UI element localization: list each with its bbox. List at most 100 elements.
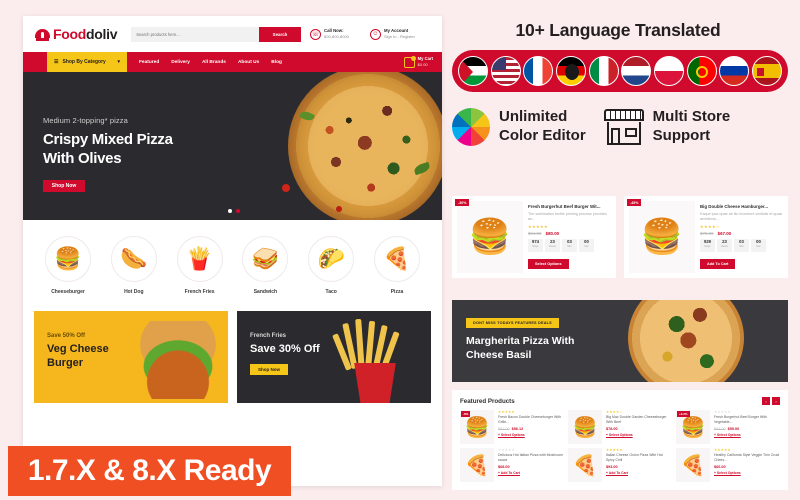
hero-slider-dots[interactable] (228, 209, 240, 213)
new-price: $59.00 (727, 426, 740, 431)
nav-item-delivery[interactable]: Delivery (171, 60, 190, 65)
category-item-taco[interactable]: 🌮 Taco (304, 236, 358, 295)
product-card[interactable]: +9.2% 🍔 ★★★★★ Fresh Burgerhut Beef Burge… (676, 410, 780, 444)
feature-line1: Multi Store (652, 108, 731, 126)
nav-item-all-brands[interactable]: All Brands (202, 60, 226, 65)
category-item-hot-dog[interactable]: 🌭 Hot Dog (107, 236, 161, 295)
featured-products-grid: -8% 🍔 ★★★★★ Fresh Bacon Double Cheesebur… (460, 410, 780, 482)
promo-eyebrow: French Fries (250, 333, 287, 339)
promo-mockup-stage: Fooddoliv Search ☏ Call Now: 800-800-800… (0, 0, 800, 500)
site-header: Fooddoliv Search ☏ Call Now: 800-800-800… (23, 16, 442, 52)
deal-card-row: -30% 🍔 Fresh Burgerhut Beef Burger Wit..… (452, 196, 788, 278)
search-button[interactable]: Search (259, 26, 301, 42)
nav-item-blog[interactable]: Blog (271, 60, 282, 65)
flag-strip (452, 50, 788, 92)
select-options-button[interactable]: Select Options (528, 259, 569, 270)
product-action-link[interactable]: + Add To Cart (498, 471, 564, 475)
product-card[interactable]: 🍕 ★★★★★ Italian Cheese Onion Pizza With … (568, 448, 672, 482)
category-label: Hot Dog (124, 289, 144, 295)
feature-row: Unlimited Color Editor Multi Store Suppo… (452, 108, 788, 146)
product-thumbnail: 🍔 (457, 201, 523, 273)
rating-stars: ★★★★★ (606, 448, 623, 452)
main-nav: ☰ Shop By Category ▾ Featured Delivery A… (23, 52, 442, 72)
sandwich-icon: 🥪 (242, 236, 289, 282)
carousel-nav: ‹ › (762, 397, 780, 405)
pizza-banner-title-line1: Margherita Pizza With (466, 335, 575, 347)
category-label: Pizza (390, 289, 404, 295)
category-item-sandwich[interactable]: 🥪 Sandwich (238, 236, 292, 295)
nav-item-featured[interactable]: Featured (139, 60, 159, 65)
flag-palestine-icon (458, 56, 488, 86)
discount-badge: -8% (461, 411, 471, 417)
rating-stars: ★★★★★ (714, 410, 731, 414)
add-to-cart-button[interactable]: Add To Cart (700, 259, 736, 270)
headset-icon: ☏ (310, 28, 321, 40)
rating-stars: ★★★★★ (528, 224, 548, 230)
site-logo[interactable]: Fooddoliv (35, 26, 117, 42)
call-now-block[interactable]: ☏ Call Now: 800-800-8000 (310, 28, 370, 40)
prev-arrow-icon[interactable]: ‹ (762, 397, 770, 405)
category-item-french-fries[interactable]: 🍟 French Fries (173, 236, 227, 295)
product-card[interactable]: 🍕 ★★★★★ Delicious Hot Italian Pizza with… (460, 448, 564, 482)
logo-text-secondary: doliv (86, 26, 118, 42)
nav-item-about-us[interactable]: About Us (238, 60, 259, 65)
product-name[interactable]: Italian Cheese Onion Pizza With Hot Spic… (606, 453, 672, 463)
featured-products-section: Featured Products ‹ › -8% 🍔 ★★★★★ Fresh … (452, 390, 788, 490)
shop-by-category-button[interactable]: ☰ Shop By Category ▾ (47, 52, 127, 72)
product-action-link[interactable]: + Select Options (714, 471, 780, 475)
user-icon: ☺ (370, 28, 381, 40)
promo-eyebrow: Save 50% Off (47, 333, 86, 339)
promo-banner-french-fries[interactable]: French Fries Save 30% Off Shop Now (237, 311, 431, 403)
rating-stars: ★★★★★ (498, 410, 515, 414)
timer-hours: 23 Hours (545, 239, 560, 253)
promo-banner-veg-cheese-burger[interactable]: Save 50% Off Veg Cheese Burger (34, 311, 228, 403)
promo-title-line1: Veg Cheese (47, 343, 109, 355)
product-name[interactable]: Delicious Hot Italian Pizza with Mushroo… (498, 453, 564, 463)
account-block[interactable]: ☺ My Account Sign In - Register (370, 28, 430, 40)
category-item-pizza[interactable]: 🍕 Pizza (370, 236, 424, 295)
discount-badge: -45% (627, 199, 642, 206)
product-description: The sublimation textile printing process… (528, 211, 607, 222)
slider-dot-active[interactable] (236, 209, 240, 213)
hero-shop-now-button[interactable]: Shop Now (43, 180, 85, 193)
deal-card[interactable]: -30% 🍔 Fresh Burgerhut Beef Burger Wit..… (452, 196, 616, 278)
product-name[interactable]: Fresh Bacon Double Cheeseburger With Gri… (498, 415, 564, 425)
category-item-cheeseburger[interactable]: 🍔 Cheeseburger (41, 236, 95, 295)
product-name[interactable]: Fresh Burgerhut Beef Burger Wit... (528, 204, 611, 210)
product-description: Eaque ipsa quae ab illo inventore verita… (700, 211, 783, 222)
slider-dot[interactable] (228, 209, 232, 213)
product-name[interactable]: Healthy California Style Veggie Thin Cru… (714, 453, 780, 463)
product-action-link[interactable]: + Select Options (606, 433, 672, 437)
promo-shop-now-button[interactable]: Shop Now (250, 363, 288, 375)
old-price: $61.00 (498, 426, 510, 431)
product-action-link[interactable]: + Select Options (498, 433, 564, 437)
pizza-icon: 🍕 (373, 236, 420, 282)
cart-icon (403, 55, 416, 68)
timer-minutes: 03 Min (734, 239, 749, 253)
timer-seconds: 00 Sec (751, 239, 766, 253)
next-arrow-icon[interactable]: › (772, 397, 780, 405)
product-name[interactable]: Big Mac Double Garden Cheeseburger With … (606, 415, 672, 425)
old-price: $64.00 (528, 231, 542, 237)
feature-color-editor: Unlimited Color Editor (452, 108, 586, 146)
product-card[interactable]: 🍕 ★★★★★ Healthy California Style Veggie … (676, 448, 780, 482)
burger-icon: 🍔 (45, 236, 91, 282)
flag-france-icon (523, 56, 554, 86)
cart-widget[interactable]: My Cart $0.00 (403, 55, 433, 68)
rating-stars: ★★★★★ (714, 448, 731, 452)
tomato-icon (282, 184, 290, 192)
search-input[interactable] (131, 26, 259, 42)
pizza-promo-banner[interactable]: DONT MISS TODAYS FEATURES DEALS Margheri… (452, 300, 788, 382)
category-label: Sandwich (253, 289, 278, 295)
product-name[interactable]: Big Double Cheese Hamburger... (700, 204, 783, 210)
logo-text-primary: Food (53, 26, 87, 42)
flag-spain-icon (751, 56, 782, 86)
product-card[interactable]: 🍔 ★★★★☆ Big Mac Double Garden Cheeseburg… (568, 410, 672, 444)
product-action-link[interactable]: + Select Options (714, 433, 780, 437)
product-action-link[interactable]: + Add To Cart (606, 471, 672, 475)
product-card[interactable]: -8% 🍔 ★★★★★ Fresh Bacon Double Cheesebur… (460, 410, 564, 444)
product-name[interactable]: Fresh Burgerhut Beef Burger With Vegetab… (714, 415, 780, 425)
deal-card[interactable]: -45% 🍔 Big Double Cheese Hamburger... Ea… (624, 196, 788, 278)
discount-badge: -30% (455, 199, 470, 206)
featured-products-header: Featured Products ‹ › (460, 397, 780, 405)
